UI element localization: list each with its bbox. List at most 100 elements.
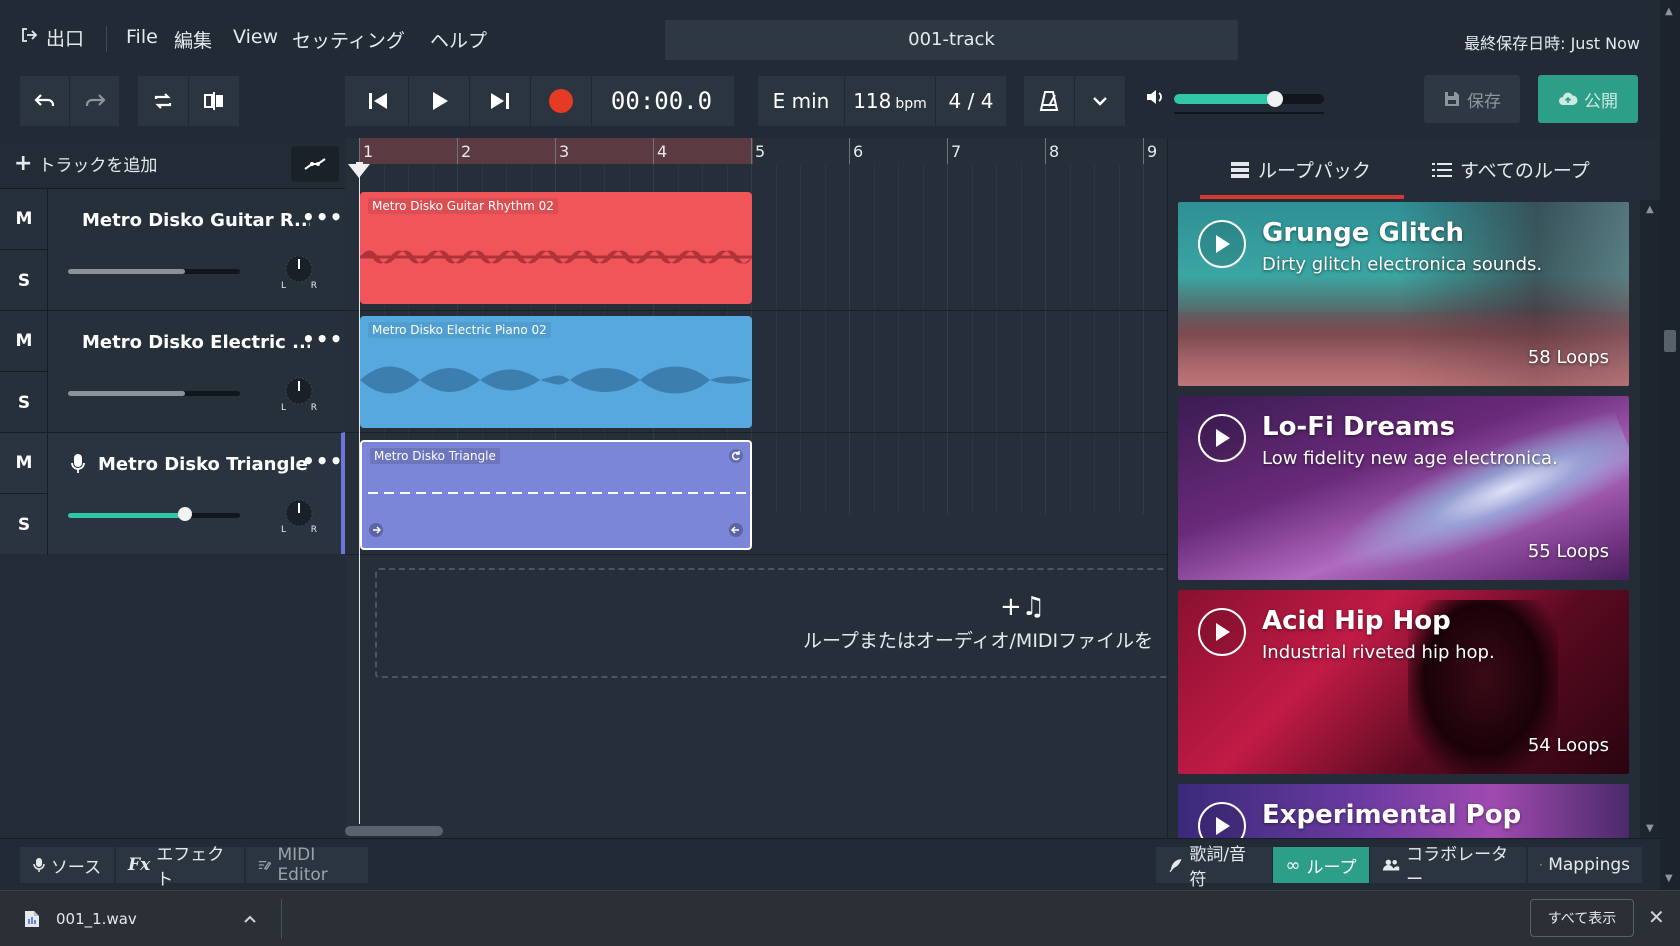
metronome-button[interactable] [1024, 76, 1074, 126]
tab-lyrics[interactable]: 歌詞/音符 [1156, 845, 1272, 890]
track-volume-slider[interactable] [68, 507, 240, 521]
key-selector[interactable]: E min [758, 76, 844, 126]
plus-icon: + [14, 150, 33, 176]
scroll-up-icon[interactable]: ▲ [1665, 6, 1673, 17]
mute-button[interactable]: M [0, 433, 48, 494]
drop-zone[interactable]: +♫ ループまたはオーディオ/MIDIファイルを [375, 568, 1167, 678]
timeline-ruler[interactable]: 1 2 3 4 5 6 7 8 9 [345, 138, 1167, 164]
loop-pack-card[interactable]: Grunge Glitch Dirty glitch electronica s… [1178, 202, 1629, 386]
playhead-handle[interactable] [348, 164, 370, 178]
timeline[interactable]: 1 2 3 4 5 6 7 8 9 Metro Disko Guitar Rhythm 02 M… [345, 138, 1167, 838]
master-volume-knob[interactable] [1266, 91, 1283, 107]
mute-button[interactable]: M [0, 189, 48, 250]
menu-help[interactable]: ヘルプ [430, 26, 487, 53]
close-icon[interactable]: ✕ [1648, 905, 1665, 929]
metronome-options-button[interactable] [1075, 76, 1125, 126]
grid-line [1094, 164, 1095, 514]
mute-solo-box: M S [0, 311, 48, 433]
scroll-up-icon[interactable]: ▲ [1646, 204, 1654, 215]
show-all-button[interactable]: すべて表示 [1530, 899, 1634, 937]
track-more-button[interactable]: ••• [302, 205, 343, 229]
track-more-button[interactable]: ••• [302, 327, 343, 351]
undo-button[interactable] [20, 76, 69, 126]
pack-description: Dirty glitch electronica sounds. [1262, 254, 1543, 275]
play-preview-button[interactable] [1198, 220, 1246, 268]
loop-pack-card[interactable]: Lo-Fi Dreams Low fidelity new age electr… [1178, 396, 1629, 580]
playhead[interactable] [348, 162, 370, 824]
menu-settings[interactable]: セッティング [292, 26, 405, 53]
solo-button[interactable]: S [0, 494, 48, 555]
track-more-button[interactable]: ••• [302, 449, 343, 473]
time-signature-selector[interactable]: 4 / 4 [936, 76, 1006, 126]
play-preview-button[interactable] [1198, 802, 1246, 838]
timeline-scrollbar-thumb[interactable] [345, 826, 443, 836]
page-scrollbar-thumb[interactable] [1664, 330, 1676, 352]
download-item[interactable]: 001_1.wav [24, 903, 257, 935]
redo-button[interactable] [70, 76, 119, 126]
solo-button[interactable]: S [0, 250, 48, 311]
exit-button[interactable]: 出口 [20, 24, 84, 51]
skip-back-button[interactable] [348, 76, 408, 126]
tab-midi-editor[interactable]: MIDI Editor [246, 845, 368, 885]
loop-toggle-button[interactable] [138, 76, 188, 126]
timeline-scrollbar[interactable] [345, 824, 1167, 838]
play-preview-button[interactable] [1198, 414, 1246, 462]
loop-region[interactable] [359, 138, 753, 164]
menu-file[interactable]: File [126, 26, 158, 48]
project-title[interactable]: 001-track [665, 20, 1238, 60]
trim-end-icon[interactable] [728, 522, 744, 542]
pan-knob[interactable]: L R [281, 255, 317, 291]
pan-knob[interactable]: L R [281, 377, 317, 413]
loops-scrollbar[interactable]: ▲ ▼ [1640, 200, 1661, 838]
track-name[interactable]: Metro Disko Electric ... [70, 331, 310, 353]
audio-clip[interactable]: Metro Disko Electric Piano 02 [360, 316, 752, 428]
publish-label: 公開 [1584, 91, 1618, 112]
refresh-icon[interactable] [728, 448, 744, 468]
trim-start-icon[interactable] [368, 522, 384, 542]
audio-clip-selected[interactable]: Metro Disko Triangle [360, 440, 752, 550]
record-button[interactable] [531, 76, 591, 126]
track-volume-knob[interactable] [177, 507, 192, 521]
audio-clip[interactable]: Metro Disko Guitar Rhythm 02 [360, 192, 752, 304]
tab-effects[interactable]: Fx エフェクト [116, 845, 244, 890]
loop-pack-card[interactable]: Experimental Pop [1178, 784, 1629, 838]
ruler-tick [751, 138, 752, 164]
track-name[interactable]: Metro Disko Guitar R... [70, 209, 310, 231]
tab-loop-packs[interactable]: ループパック [1230, 156, 1371, 183]
menu-view[interactable]: View [233, 26, 278, 48]
bottom-bar: ソース Fx エフェクト MIDI Editor 歌詞/音符 ∞ ループ コラボ… [0, 838, 1660, 890]
mute-button[interactable]: M [0, 311, 48, 372]
menu-edit[interactable]: 編集 [174, 26, 212, 53]
cloud-upload-icon [1559, 92, 1578, 105]
automation-button[interactable] [291, 146, 339, 182]
tab-collaborators[interactable]: コラボレーター [1370, 845, 1526, 890]
tempo-selector[interactable]: 118 bpm [845, 76, 935, 126]
tab-mappings[interactable]: Mappings [1528, 847, 1642, 883]
track-row[interactable]: M S Metro Disko Electric ... ••• L R [0, 310, 345, 433]
play-icon [1216, 623, 1230, 641]
scroll-down-icon[interactable]: ▼ [1646, 823, 1654, 834]
chevron-up-icon[interactable] [243, 910, 257, 928]
loop-pack-card[interactable]: Acid Hip Hop Industrial riveted hip hop.… [1178, 590, 1629, 774]
track-row[interactable]: M S Metro Disko Guitar R... ••• L R [0, 188, 345, 311]
feather-icon [1169, 859, 1182, 873]
tab-source[interactable]: ソース [20, 847, 114, 883]
tab-loops[interactable]: ∞ ループ [1273, 847, 1369, 883]
track-row-selected[interactable]: M S Metro Disko Triangle ••• L R [0, 432, 345, 555]
solo-button[interactable]: S [0, 372, 48, 433]
publish-button[interactable]: 公開 [1538, 75, 1638, 123]
track-volume-slider[interactable] [68, 391, 240, 396]
tab-all-loops[interactable]: すべてのループ [1432, 156, 1590, 183]
scroll-down-icon[interactable]: ▼ [1665, 873, 1673, 884]
play-button[interactable] [409, 76, 469, 126]
track-name[interactable]: Metro Disko Triangle [70, 453, 310, 475]
save-button[interactable]: 保存 [1424, 75, 1520, 123]
pan-knob[interactable]: L R [281, 499, 317, 535]
split-button[interactable] [189, 76, 239, 126]
play-preview-button[interactable] [1198, 608, 1246, 656]
page-scrollbar[interactable]: ▲ ▼ [1660, 0, 1680, 890]
master-volume-slider[interactable] [1174, 91, 1324, 107]
speaker-icon [1147, 90, 1162, 104]
skip-forward-button[interactable] [470, 76, 530, 126]
track-volume-slider[interactable] [68, 269, 240, 274]
